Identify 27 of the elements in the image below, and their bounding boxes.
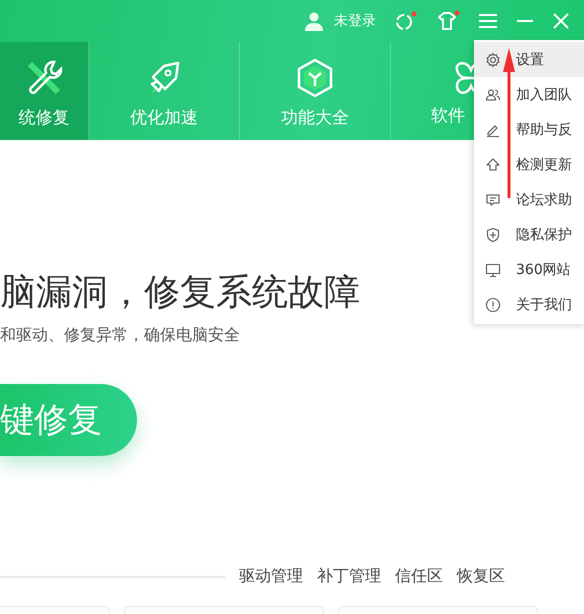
menu-item[interactable]: 隐私保护 [474,217,584,252]
menu-item[interactable]: 关于我们 [474,287,584,322]
gear-icon [485,52,501,68]
network-icon[interactable] [394,10,418,32]
info-icon [485,296,501,312]
menu-icon[interactable] [478,13,498,29]
menu-item[interactable]: 设置 [474,42,584,77]
menu-item[interactable]: 论坛求助 [474,182,584,217]
hexagon-icon [295,58,335,98]
monitor-icon [485,262,501,278]
close-icon[interactable] [552,12,570,30]
tool-link[interactable]: 恢复区 [457,566,505,587]
hero-subtitle: 和驱动、修复异常，确保电脑安全 [0,325,240,346]
menu-item[interactable]: 帮助与反 [474,112,584,147]
user-icon[interactable] [304,11,324,31]
up-icon [485,156,501,172]
hero-title: 脑漏洞，修复系统故障 [0,271,360,315]
tool-link[interactable]: 信任区 [395,566,443,587]
tool-link[interactable]: 驱动管理 [239,566,303,587]
menu-item[interactable]: 检测更新 [474,147,584,182]
shield-icon [485,226,501,242]
menu-item[interactable]: 加入团队 [474,77,584,112]
people-icon [485,86,501,102]
shirt-icon[interactable] [436,10,460,32]
chat-icon [485,192,501,208]
tool-link[interactable]: 补丁管理 [317,566,381,587]
menu-item[interactable]: 360网站 [474,252,584,287]
